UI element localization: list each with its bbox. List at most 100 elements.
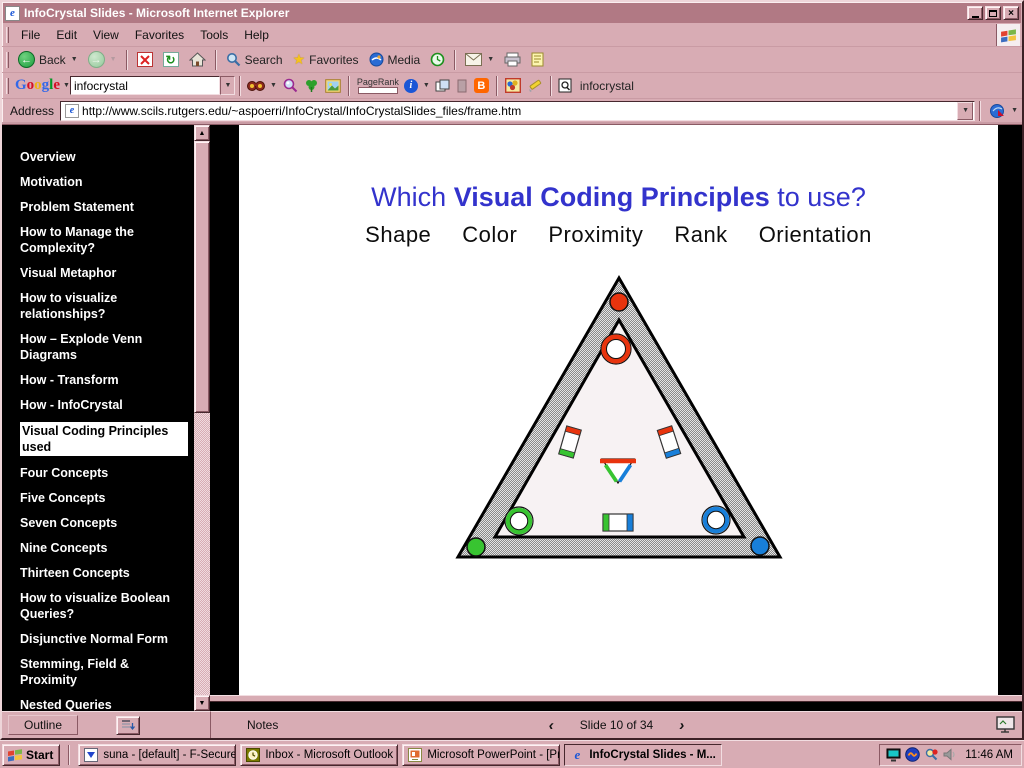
volume-tray-icon[interactable] (943, 748, 957, 761)
menu-help[interactable]: Help (236, 25, 277, 45)
scanner-tray-icon[interactable] (924, 747, 939, 762)
blogger-button[interactable]: B (471, 74, 492, 97)
sidebar-item-overview[interactable]: Overview (20, 149, 188, 165)
edit-button[interactable] (526, 48, 549, 71)
menu-tools[interactable]: Tools (192, 25, 236, 45)
sidebar-item-infocrystal[interactable]: How - InfoCrystal (20, 397, 188, 413)
slide-left-gutter (210, 125, 239, 695)
minimize-button[interactable] (967, 6, 983, 20)
mail-dropdown-icon[interactable]: ▼ (487, 56, 494, 63)
google-images-button[interactable] (322, 74, 344, 97)
frame-divider[interactable] (210, 695, 1022, 702)
scroll-down-button[interactable]: ▼ (194, 695, 210, 711)
adobe-convert-button[interactable]: ▼ (985, 99, 1022, 122)
google-search-site-button[interactable] (279, 74, 301, 97)
sidebar-item-motivation[interactable]: Motivation (20, 174, 188, 190)
sidebar-item-nested-queries[interactable]: Nested Queries (20, 697, 188, 711)
highlight-off-button[interactable] (453, 74, 471, 97)
toolbar-gripper[interactable] (6, 27, 9, 43)
image-icon (325, 79, 341, 93)
previous-slide-button[interactable]: ‹ (549, 717, 554, 734)
sidebar-item-stemming-field-proximity[interactable]: Stemming, Field & Proximity (20, 656, 188, 688)
google-search-web-button[interactable]: ▼ (245, 74, 279, 97)
search-button[interactable]: Search (221, 48, 288, 71)
pagerank-indicator[interactable]: PageRank (357, 78, 399, 94)
sidebar-item-four-concepts[interactable]: Four Concepts (20, 465, 188, 481)
refresh-button[interactable]: ↻ (158, 48, 184, 71)
task-label: Microsoft PowerPoint - [Pr... (427, 749, 560, 761)
display-tray-icon[interactable] (886, 748, 901, 762)
page-info-button[interactable]: i ▼ (402, 74, 432, 97)
sidebar-item-transform[interactable]: How - Transform (20, 372, 188, 388)
google-logo-dropdown-icon[interactable]: ▼ (63, 82, 70, 89)
menu-favorites[interactable]: Favorites (127, 25, 192, 45)
sidebar-item-problem-statement[interactable]: Problem Statement (20, 199, 188, 215)
sidebar-item-manage-complexity[interactable]: How to Manage the Complexity? (20, 224, 188, 256)
sidebar-item-nine-concepts[interactable]: Nine Concepts (20, 540, 188, 556)
google-search-input[interactable] (70, 76, 220, 95)
menu-edit[interactable]: Edit (48, 25, 85, 45)
task-outlook[interactable]: Inbox - Microsoft Outlook (240, 744, 398, 766)
separator (68, 745, 70, 765)
back-dropdown-icon[interactable]: ▼ (71, 56, 78, 63)
highlighter-pen-button[interactable] (524, 74, 546, 97)
sidebar-item-disjunctive-normal-form[interactable]: Disjunctive Normal Form (20, 631, 188, 647)
toolbar-gripper[interactable] (6, 52, 9, 68)
fsecure-tray-icon[interactable] (905, 747, 920, 762)
scrollbar-thumb[interactable] (194, 141, 210, 413)
search-dropdown-icon[interactable]: ▼ (270, 82, 277, 89)
sidebar-item-visual-coding-principles[interactable]: Visual Coding Principles used (20, 422, 188, 456)
find-word-button[interactable]: infocrystal (556, 74, 636, 97)
outline-button[interactable]: Outline (8, 715, 78, 735)
task-powerpoint[interactable]: Microsoft PowerPoint - [Pr... (402, 744, 560, 766)
sidebar-item-visualize-relationships[interactable]: How to visualize relationships? (20, 290, 188, 322)
highlight-button[interactable] (502, 74, 524, 97)
forward-button[interactable]: → ▼ (83, 48, 122, 71)
start-button[interactable]: Start (2, 744, 60, 766)
sidebar-item-five-concepts[interactable]: Five Concepts (20, 490, 188, 506)
media-button[interactable]: Media (364, 48, 426, 71)
slide-navigation: ‹ Slide 10 of 34 › (549, 717, 684, 734)
google-lucky-button[interactable] (301, 74, 322, 97)
address-input[interactable]: e http://www.scils.rutgers.edu/~aspoerri… (60, 101, 975, 121)
favorites-button[interactable]: ★ Favorites (288, 48, 364, 71)
sidebar-item-visual-metaphor[interactable]: Visual Metaphor (20, 265, 188, 281)
next-slide-button[interactable]: › (679, 717, 684, 734)
stop-icon (137, 52, 153, 67)
ie-e-glyph: e (574, 747, 580, 763)
maximize-button[interactable] (985, 6, 1001, 20)
toolbar-gripper[interactable] (6, 78, 9, 94)
task-infocrystal-active[interactable]: e InfoCrystal Slides - M... (564, 744, 722, 766)
slideshow-button[interactable] (996, 716, 1016, 733)
close-button[interactable]: × (1003, 6, 1019, 20)
window-title: InfoCrystal Slides - Microsoft Internet … (24, 6, 965, 20)
scroll-up-icon: ▲ (199, 130, 206, 137)
home-button[interactable] (184, 48, 211, 71)
notes-label[interactable]: Notes (247, 718, 278, 732)
page-up-button[interactable] (432, 74, 453, 97)
google-input-dropdown[interactable]: ▼ (220, 76, 235, 95)
mail-button[interactable]: ▼ (460, 48, 499, 71)
scroll-up-button[interactable]: ▲ (194, 125, 210, 141)
info-dropdown-icon[interactable]: ▼ (423, 82, 430, 89)
sidebar-item-boolean-queries[interactable]: How to visualize Boolean Queries? (20, 590, 188, 622)
google-logo[interactable]: Google (13, 77, 62, 94)
sidebar-item-seven-concepts[interactable]: Seven Concepts (20, 515, 188, 531)
history-button[interactable] (425, 48, 450, 71)
sidebar-item-explode-venn[interactable]: How – Explode Venn Diagrams (20, 331, 188, 363)
sidebar-item-thirteen-concepts[interactable]: Thirteen Concepts (20, 565, 188, 581)
task-fsecure[interactable]: suna - [default] - F-Secure... (78, 744, 236, 766)
print-button[interactable] (499, 48, 526, 71)
adobe-dropdown-icon[interactable]: ▼ (1011, 107, 1018, 114)
address-dropdown-button[interactable]: ▼ (957, 102, 973, 120)
back-icon: ← (18, 51, 35, 68)
scrollbar-track[interactable] (194, 413, 210, 695)
menu-view[interactable]: View (85, 25, 127, 45)
stop-button[interactable] (132, 48, 158, 71)
address-url[interactable]: http://www.scils.rutgers.edu/~aspoerri/I… (82, 104, 521, 118)
chevron-down-icon: ▼ (224, 82, 231, 89)
back-button[interactable]: ← Back ▼ (13, 48, 83, 71)
menu-file[interactable]: File (13, 25, 48, 45)
outline-scrollbar[interactable]: ▲ ▼ (194, 125, 210, 711)
expand-outline-button[interactable] (116, 716, 140, 735)
